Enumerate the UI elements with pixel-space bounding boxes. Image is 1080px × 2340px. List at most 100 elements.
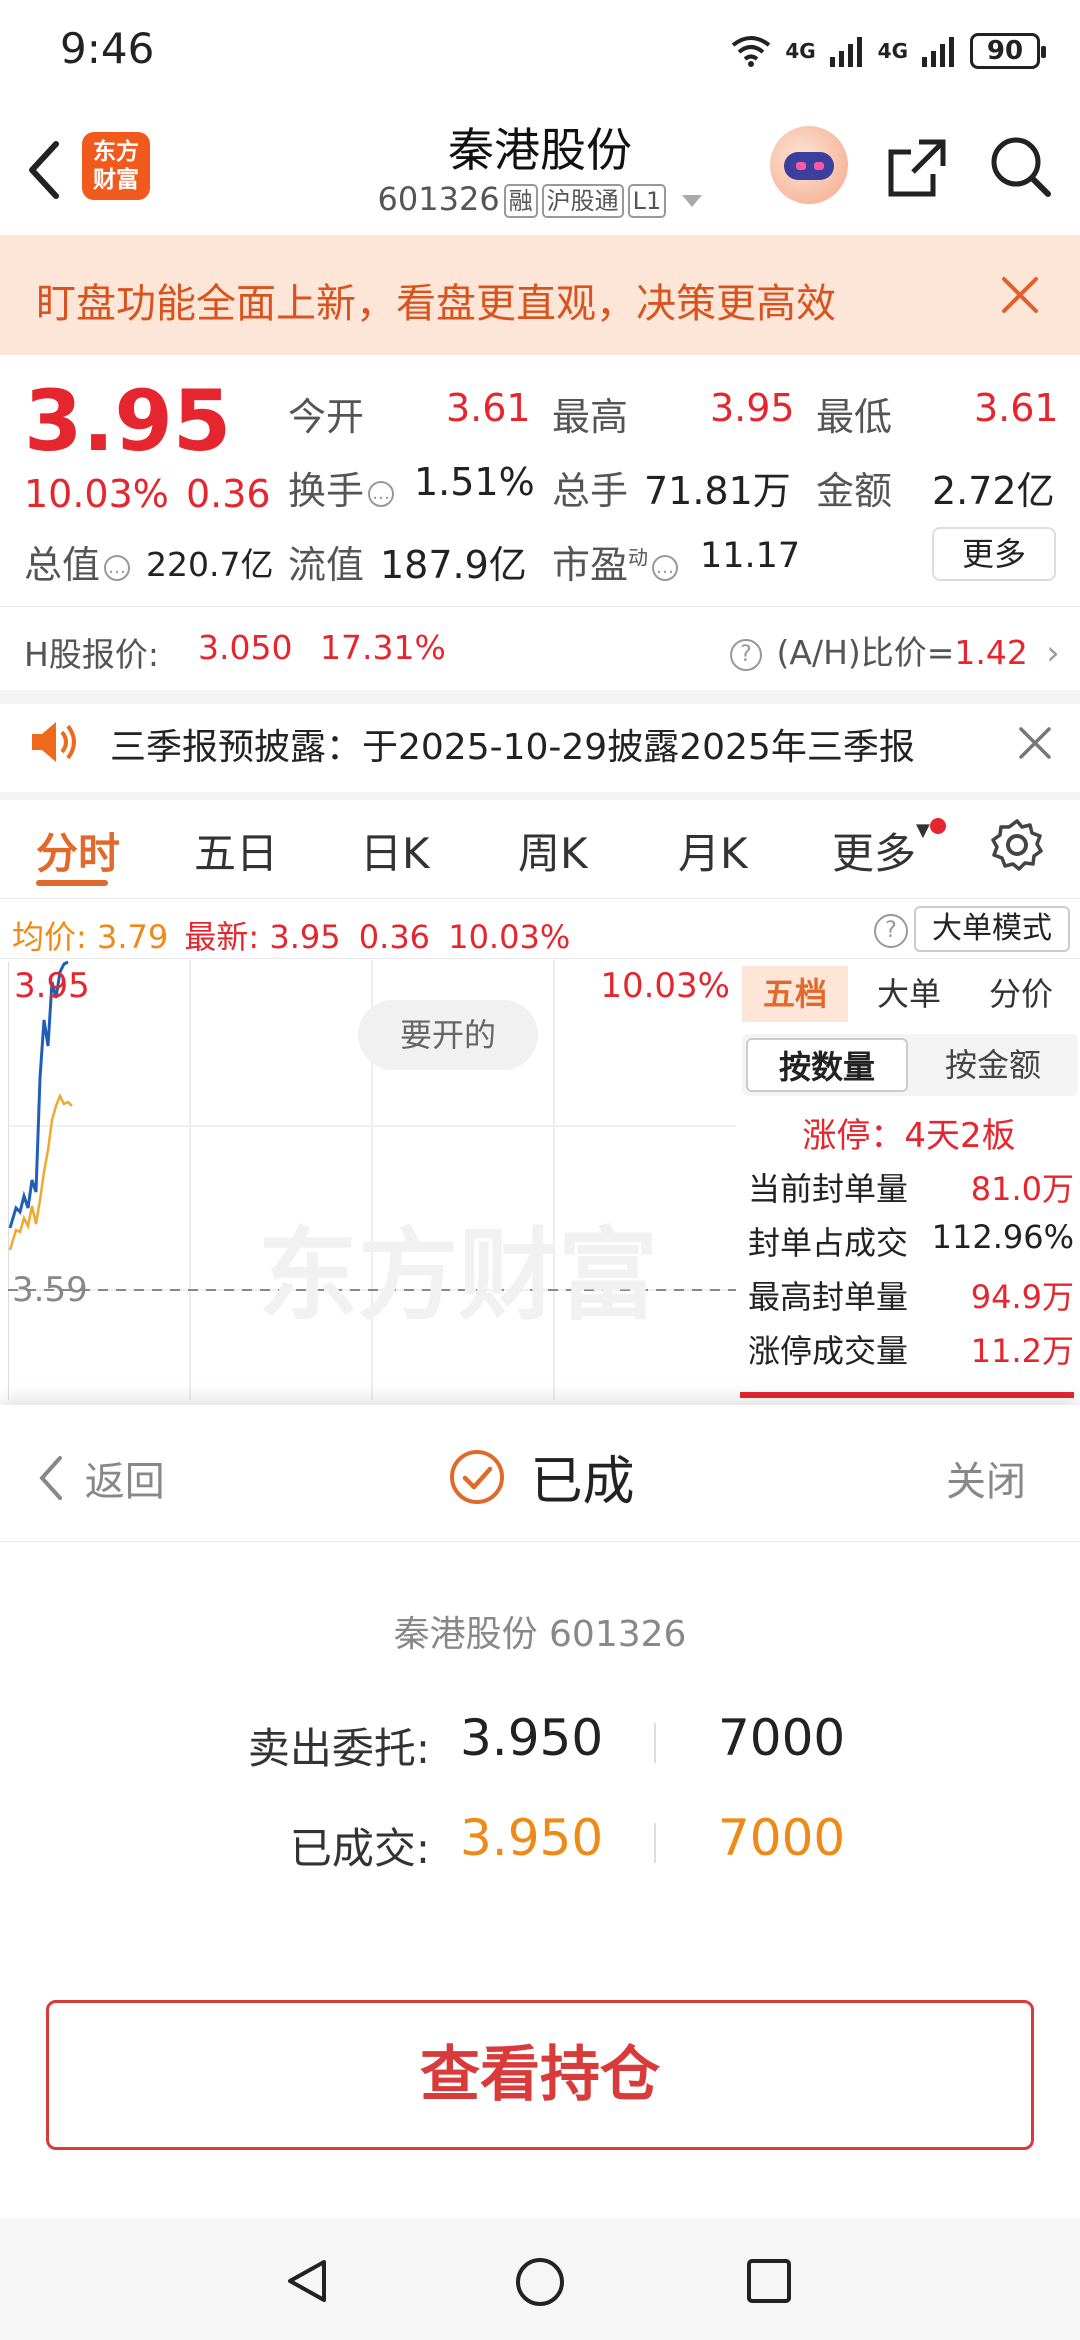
subtab-by-quantity[interactable]: 按数量 (746, 1038, 908, 1092)
intraday-chart[interactable]: 东方财富 3.95 10.03% 3.59 要开的 (7, 960, 736, 1400)
latest-pct: 10.03% (448, 918, 571, 956)
robot-assistant-icon[interactable] (770, 126, 848, 204)
divider (0, 1541, 1080, 1542)
turnover-label-text: 换手 (288, 469, 365, 513)
pe-label-text: 市盈 (552, 543, 629, 587)
float-value: 187.9亿 (380, 543, 527, 587)
divider (0, 606, 1080, 607)
close-icon[interactable] (1000, 275, 1040, 315)
tab-five-day[interactable]: 五日 (194, 820, 278, 881)
open-label: 今开 (288, 395, 365, 439)
row-value: 112.96% (931, 1218, 1074, 1256)
dialog-back-button[interactable]: 返回 (36, 1449, 165, 1507)
pe-value: 11.17 (700, 536, 801, 576)
tab-weekly-k[interactable]: 周K (518, 820, 588, 881)
info-icon: … (104, 554, 131, 581)
promo-banner[interactable]: 盯盘功能全面上新，看盘更直观，决策更高效 (0, 235, 1080, 355)
status-bar: 9:46 4G 4G 90 (0, 0, 1080, 100)
high-value: 3.95 (710, 386, 795, 430)
banner-text: 盯盘功能全面上新，看盘更直观，决策更高效 (36, 281, 836, 327)
hshare-label: H股报价: (24, 635, 159, 674)
dropdown-triangle-icon (682, 195, 703, 207)
turnover-label[interactable]: 换手… (288, 460, 398, 515)
nav-home-icon[interactable] (514, 2256, 566, 2308)
divider (0, 958, 1080, 959)
big-order-mode-button[interactable]: 大单模式 (914, 906, 1070, 952)
low-label: 最低 (816, 395, 893, 439)
close-icon[interactable] (1018, 726, 1052, 760)
status-icons: 4G 4G 90 (731, 28, 1046, 74)
dialog-close-button[interactable]: 关闭 (946, 1449, 1026, 1507)
nav-back-icon[interactable] (282, 2256, 332, 2306)
notice-text[interactable]: 三季报预披露：于2025-10-29披露2025年三季报 (110, 718, 915, 770)
pe-label[interactable]: 市盈动… (552, 534, 682, 589)
back-chevron-icon (39, 1456, 62, 1500)
tab-big-orders[interactable]: 大单 (856, 966, 962, 1022)
network-label-1: 4G (785, 39, 816, 63)
row-value: 81.0万 (970, 1170, 1074, 1208)
comment-bubble[interactable]: 要开的 (358, 1000, 538, 1070)
seal-row: 当前封单量 81.0万 (748, 1164, 1074, 1210)
battery-icon: 90 (970, 33, 1046, 69)
view-position-button[interactable]: 查看持仓 (46, 2000, 1034, 2150)
low-value: 3.61 (974, 386, 1059, 430)
stock-header: 东方 财富 秦港股份 601326 融沪股通 L1 (0, 100, 1080, 235)
tab-monthly-k[interactable]: 月K (678, 820, 748, 881)
tab-daily-k[interactable]: 日K (360, 820, 430, 881)
tab-five-levels[interactable]: 五档 (742, 966, 848, 1022)
current-price: 3.95 (24, 372, 232, 470)
tag-margin: 融 (503, 184, 538, 218)
subtab-by-amount[interactable]: 按金额 (912, 1038, 1074, 1092)
help-icon[interactable]: ? (874, 914, 908, 948)
ah-ratio-label: (A/H)比价= (776, 633, 955, 672)
hshare-price: 3.050 (198, 628, 293, 667)
volume-label: 总手 (552, 469, 629, 513)
filled-qty: 7000 (718, 1809, 846, 1867)
share-icon[interactable] (885, 136, 949, 200)
change-percent: 10.03% (24, 472, 169, 516)
latest-price: 3.95 (269, 918, 341, 956)
filled-label: 已成交: (289, 1824, 430, 1873)
row-label: 涨停成交量 (748, 1332, 909, 1370)
dropdown-triangle-icon: ▼ (916, 820, 930, 841)
tag-level: L1 (627, 184, 667, 218)
battery-level: 90 (986, 36, 1024, 66)
panel-red-bar (740, 1392, 1074, 1398)
top-pct-label: 10.03% (600, 966, 730, 1006)
status-label: 已成 (530, 1452, 635, 1512)
base-price-label: 3.59 (12, 1270, 88, 1310)
mktcap-label-text: 总值 (24, 543, 101, 587)
tab-more[interactable]: 更多▼ (832, 820, 930, 881)
info-icon: … (368, 480, 395, 507)
row-label: 最高封单量 (748, 1278, 909, 1316)
float-label: 流值 (288, 543, 365, 587)
more-quote-button[interactable]: 更多 (932, 527, 1056, 581)
row-value: 11.2万 (970, 1332, 1074, 1370)
chart-info-line: 均价: 3.79 最新: 3.95 0.36 10.03% (12, 912, 570, 958)
section-gap (0, 792, 1080, 800)
sell-order-label: 卖出委托: (247, 1724, 430, 1773)
row-label: 封单占成交 (748, 1224, 909, 1262)
stock-code: 601326 (377, 180, 500, 218)
back-label: 返回 (84, 1459, 165, 1505)
row-label: 当前封单量 (748, 1170, 909, 1208)
ah-ratio[interactable]: ? (A/H)比价=1.42 › (726, 626, 1060, 674)
tag-connect: 沪股通 (541, 184, 624, 218)
filled-price: 3.950 (460, 1809, 604, 1867)
search-icon[interactable] (988, 134, 1054, 200)
mktcap-value: 220.7亿 (146, 545, 274, 584)
tab-price-distribution[interactable]: 分价 (966, 966, 1076, 1022)
settings-gear-icon[interactable] (990, 818, 1044, 872)
mktcap-label[interactable]: 总值… (24, 534, 134, 589)
seal-row: 涨停成交量 11.2万 (748, 1326, 1074, 1372)
nav-recents-icon[interactable] (746, 2258, 792, 2304)
signal-icon (829, 37, 862, 67)
avg-price-label: 均价: (12, 918, 87, 956)
divider (0, 898, 1080, 899)
tab-intraday[interactable]: 分时 (36, 820, 120, 881)
sell-order-qty: 7000 (718, 1709, 846, 1767)
volume-value: 71.81万 (644, 469, 791, 513)
wifi-icon (732, 36, 771, 67)
latest-label: 最新: (184, 918, 260, 956)
tab-more-label: 更多 (832, 829, 917, 878)
